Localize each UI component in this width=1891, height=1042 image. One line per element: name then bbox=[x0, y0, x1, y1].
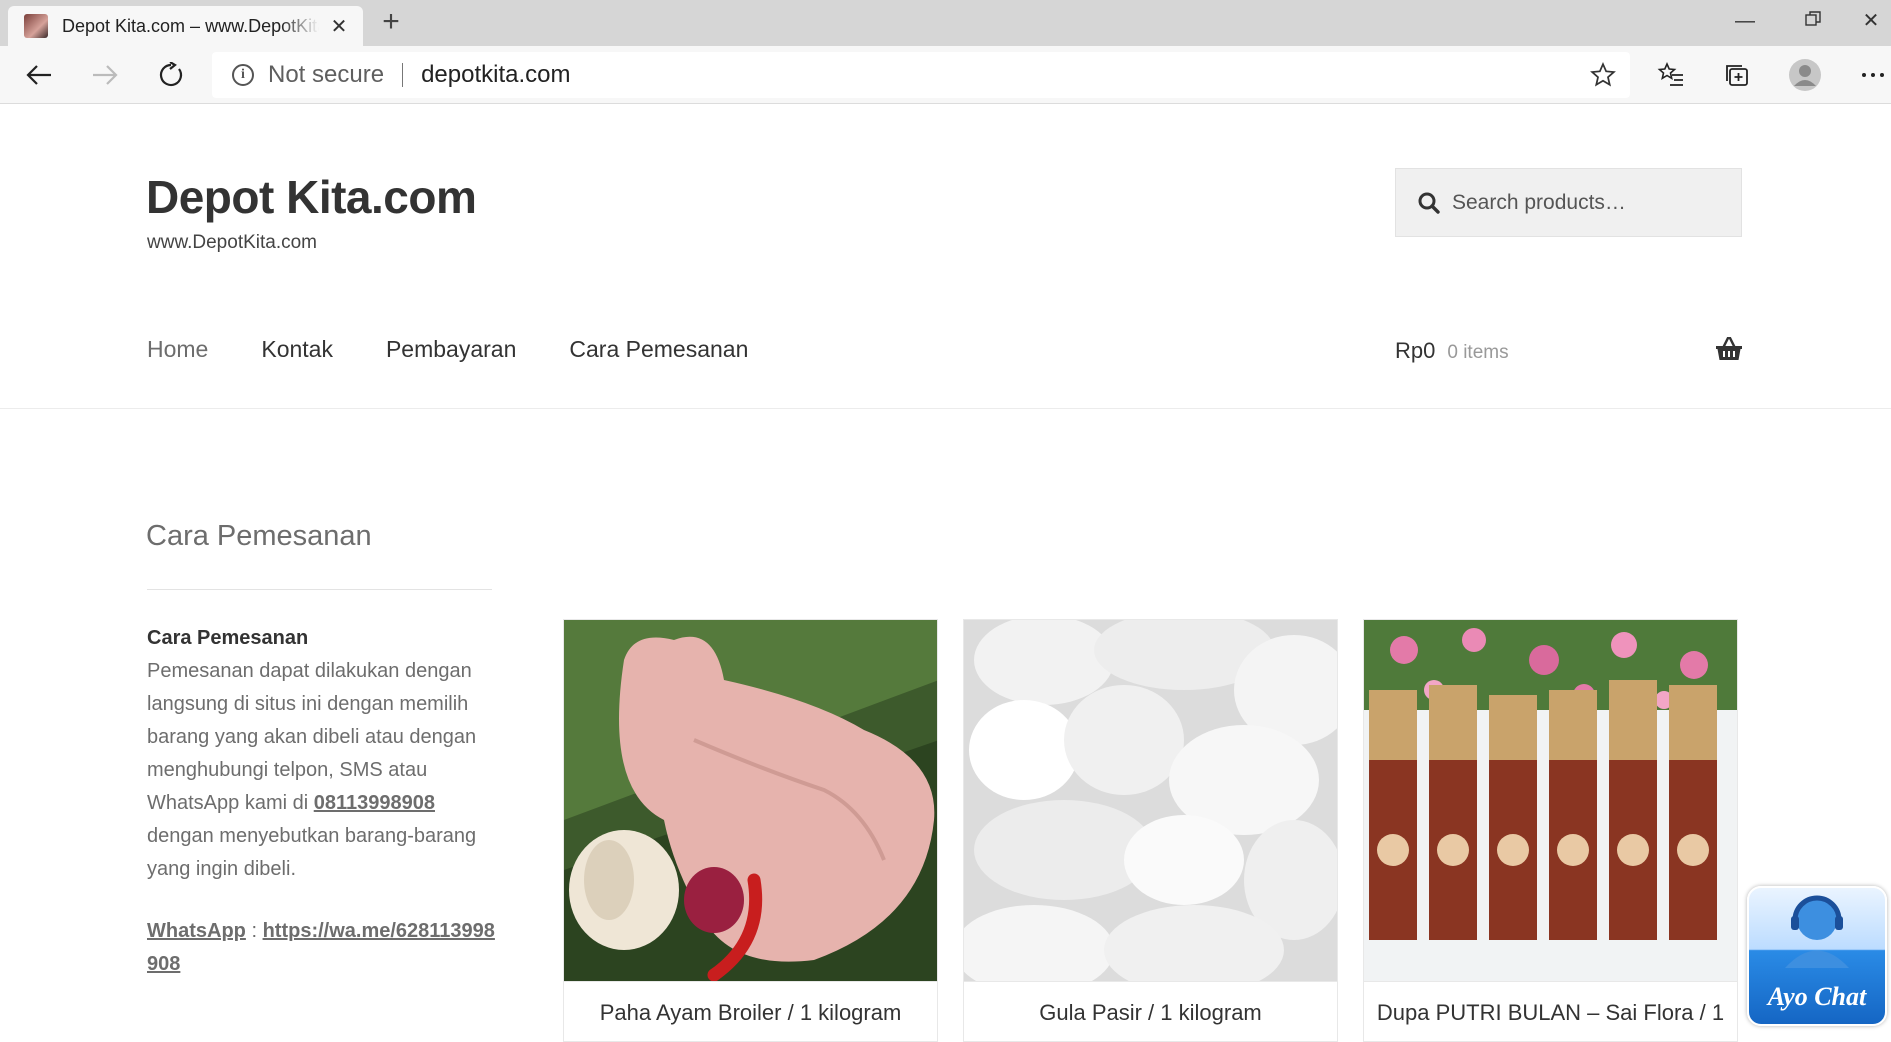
phone-link[interactable]: 08113998908 bbox=[314, 792, 435, 814]
more-icon[interactable] bbox=[1852, 54, 1891, 96]
site-description: www.DepotKita.com bbox=[147, 232, 318, 253]
product-image-incense[interactable] bbox=[1363, 619, 1738, 982]
new-tab-icon[interactable]: + bbox=[376, 7, 406, 38]
site-title[interactable]: Depot Kita.com bbox=[146, 170, 477, 224]
favorites-icon[interactable] bbox=[1650, 54, 1692, 96]
collections-icon[interactable] bbox=[1716, 54, 1758, 96]
product-card[interactable]: Paha Ayam Broiler / 1 kilogram bbox=[563, 619, 938, 1042]
product-image-sugar[interactable] bbox=[963, 619, 1338, 982]
primary-navigation: Home Kontak Pembayaran Cara Pemesanan bbox=[147, 336, 801, 363]
active-tab[interactable]: Depot Kita.com – www.DepotKita.com ✕ bbox=[8, 6, 363, 46]
nav-kontak[interactable]: Kontak bbox=[261, 336, 333, 363]
product-image-chicken[interactable] bbox=[563, 619, 938, 982]
basket-icon[interactable] bbox=[1715, 336, 1743, 366]
info-icon[interactable]: i bbox=[232, 64, 254, 86]
search-input[interactable] bbox=[1452, 190, 1732, 215]
site-favicon bbox=[24, 14, 48, 38]
product-title[interactable]: Paha Ayam Broiler / 1 kilogram bbox=[563, 982, 938, 1042]
star-icon[interactable] bbox=[1590, 62, 1616, 93]
forward-icon[interactable] bbox=[84, 54, 126, 96]
tab-title: Depot Kita.com – www.DepotKita.com bbox=[62, 15, 319, 36]
chat-label: Ayo Chat bbox=[1767, 982, 1867, 1011]
product-search bbox=[1395, 168, 1742, 237]
restore-icon[interactable] bbox=[1788, 4, 1838, 38]
order-instructions: Pemesanan dapat dilakukan dengan langsun… bbox=[147, 660, 477, 814]
close-window-icon[interactable]: ✕ bbox=[1846, 4, 1891, 38]
refresh-icon[interactable] bbox=[150, 54, 192, 96]
profile-icon[interactable] bbox=[1784, 54, 1826, 96]
product-title[interactable]: Gula Pasir / 1 kilogram bbox=[963, 982, 1338, 1042]
minimize-icon[interactable]: — bbox=[1720, 4, 1770, 38]
security-label: Not secure bbox=[268, 61, 385, 88]
cart-count: 0 items bbox=[1447, 342, 1509, 363]
nav-home[interactable]: Home bbox=[147, 336, 208, 363]
nav-cara-pemesanan[interactable]: Cara Pemesanan bbox=[569, 336, 748, 363]
close-tab-icon[interactable]: ✕ bbox=[327, 14, 351, 38]
widget-divider bbox=[147, 589, 492, 590]
nav-pembayaran[interactable]: Pembayaran bbox=[386, 336, 516, 363]
search-icon bbox=[1418, 192, 1440, 214]
browser-toolbar: i Not secure depotkita.com bbox=[0, 46, 1891, 104]
address-divider bbox=[402, 63, 404, 87]
whatsapp-separator: : bbox=[245, 920, 263, 942]
tab-bar: Depot Kita.com – www.DepotKita.com ✕ + —… bbox=[0, 0, 1891, 46]
address-bar[interactable]: i Not secure depotkita.com bbox=[212, 52, 1630, 98]
product-title[interactable]: Dupa PUTRI BULAN – Sai Flora / 1 bbox=[1363, 982, 1738, 1042]
chat-widget-button[interactable]: Ayo Chat bbox=[1747, 886, 1887, 1026]
product-card[interactable]: Gula Pasir / 1 kilogram bbox=[963, 619, 1338, 1042]
widget-heading: Cara Pemesanan bbox=[147, 627, 309, 649]
back-icon[interactable] bbox=[18, 54, 60, 96]
header-cart[interactable]: Rp0 0 items bbox=[1395, 338, 1509, 364]
widget-content: Cara Pemesanan Pemesanan dapat dilakukan… bbox=[147, 622, 497, 1010]
product-card[interactable]: Dupa PUTRI BULAN – Sai Flora / 1 bbox=[1363, 619, 1738, 1042]
widget-title: Cara Pemesanan bbox=[146, 520, 372, 552]
order-instructions-end: dengan menyebutkan barang-barang yang in… bbox=[147, 825, 477, 880]
url-text[interactable]: depotkita.com bbox=[421, 61, 570, 89]
whatsapp-label-link[interactable]: WhatsApp bbox=[147, 920, 246, 942]
support-agent-icon bbox=[1785, 895, 1849, 968]
cart-amount: Rp0 bbox=[1395, 338, 1436, 363]
header-divider bbox=[0, 408, 1891, 409]
